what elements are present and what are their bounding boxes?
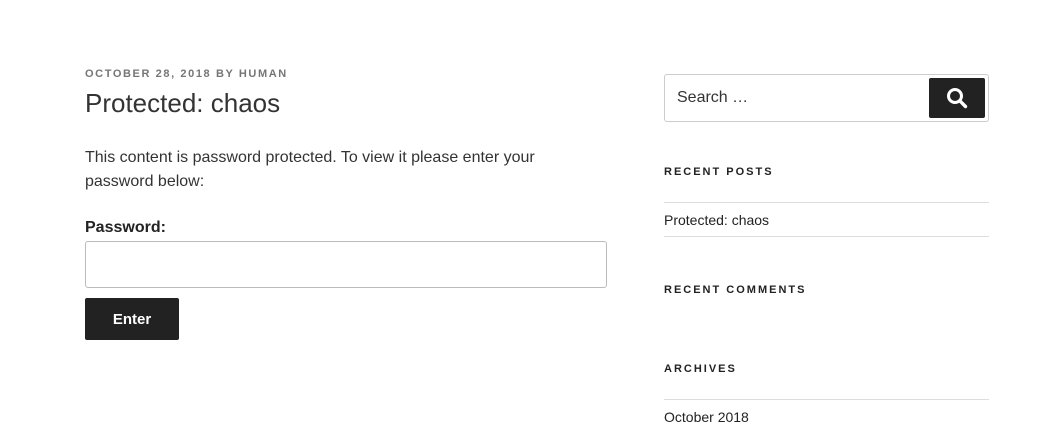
post-author-link[interactable]: HUMAN — [239, 68, 288, 80]
list-item: Protected: chaos — [664, 202, 989, 237]
page: OCTOBER 28, 2018 BY HUMAN Protected: cha… — [0, 0, 1055, 433]
password-protected-message: This content is password protected. To v… — [85, 149, 535, 190]
list-item: October 2018 — [664, 399, 989, 433]
post-meta: OCTOBER 28, 2018 BY HUMAN — [85, 68, 288, 80]
post-title: Protected: chaos — [85, 88, 281, 118]
post-by-label: BY — [215, 68, 235, 80]
search-input[interactable] — [665, 75, 925, 121]
archives-list: October 2018 — [664, 399, 989, 433]
recent-posts-heading: RECENT POSTS — [664, 166, 774, 178]
archives-heading: ARCHIVES — [664, 363, 737, 375]
archive-link[interactable]: October 2018 — [664, 409, 749, 425]
password-label: Password: — [85, 219, 166, 236]
recent-post-link[interactable]: Protected: chaos — [664, 212, 769, 228]
post-date-link[interactable]: OCTOBER 28, 2018 — [85, 68, 211, 80]
enter-button[interactable]: Enter — [85, 298, 179, 340]
search-form — [664, 74, 989, 122]
search-icon — [947, 88, 968, 109]
recent-posts-list: Protected: chaos — [664, 202, 989, 237]
password-input[interactable] — [85, 241, 607, 288]
recent-comments-heading: RECENT COMMENTS — [664, 284, 807, 296]
search-button[interactable] — [929, 78, 985, 118]
